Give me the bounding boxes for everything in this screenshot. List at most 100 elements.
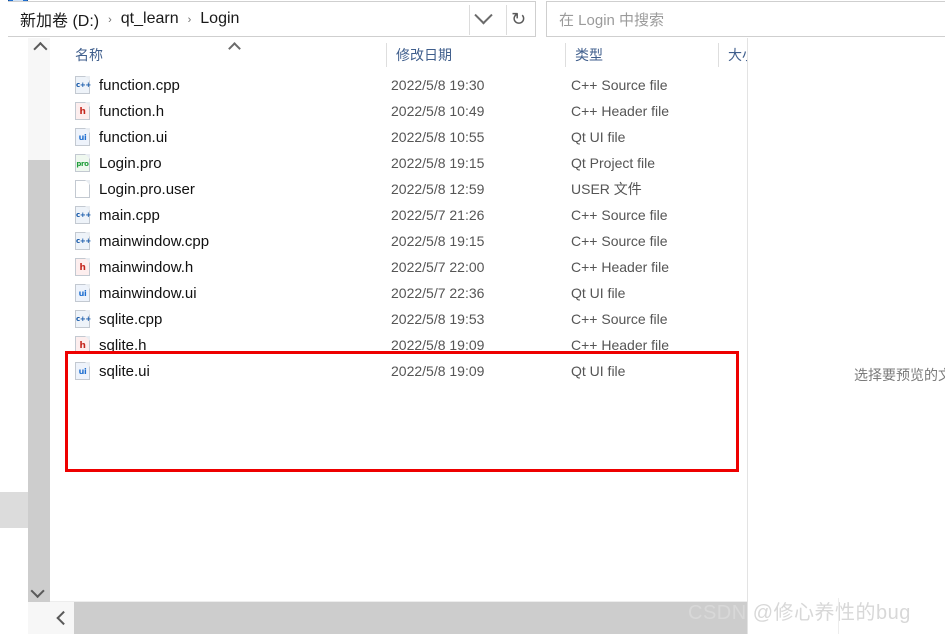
file-name-label: sqlite.ui <box>99 362 150 380</box>
h-file-icon: h <box>75 258 90 276</box>
file-date-cell: 2022/5/8 19:15 <box>391 233 485 249</box>
file-date-cell: 2022/5/8 19:30 <box>391 77 485 93</box>
column-header-size[interactable]: 大小 <box>728 38 747 72</box>
navigation-pane-edge <box>0 492 28 528</box>
file-date-cell: 2022/5/8 19:15 <box>391 155 485 171</box>
caret-up-icon <box>33 41 48 57</box>
scroll-down-button[interactable] <box>28 580 50 602</box>
file-icon-label: h <box>79 341 86 351</box>
preview-pane: 选择要预览的文件 <box>748 38 945 634</box>
file-row[interactable]: h mainwindow.h 2022/5/7 22:00 C++ Header fi… <box>50 254 747 280</box>
file-row[interactable]: ui mainwindow.ui 2022/5/7 22:36 Qt UI file <box>50 280 747 306</box>
cpp-file-icon: c++ <box>75 76 91 94</box>
file-type-cell: Qt UI file <box>571 129 626 145</box>
file-row[interactable]: h sqlite.h 2022/5/8 19:09 C++ Header file <box>50 332 747 358</box>
file-row[interactable]: ui sqlite.ui 2022/5/8 19:09 Qt UI file <box>50 358 747 384</box>
address-bar[interactable]: 新加卷 (D:) › qt_learn › Login <box>8 1 536 37</box>
file-name-cell[interactable]: h mainwindow.h <box>75 258 193 276</box>
file-name-label: mainwindow.ui <box>99 284 197 302</box>
file-row[interactable]: c++ main.cpp 2022/5/7 21:26 C++ Source file <box>50 202 747 228</box>
file-name-cell[interactable]: c++ main.cpp <box>75 206 160 224</box>
column-divider[interactable] <box>565 43 566 67</box>
file-row[interactable]: Login.pro.user 2022/5/8 12:59 USER 文件 <box>50 176 747 202</box>
file-date-cell: 2022/5/7 21:26 <box>391 207 485 223</box>
file-name-cell[interactable]: c++ function.cpp <box>75 76 180 94</box>
refresh-icon: ↻ <box>510 8 527 29</box>
file-name-cell[interactable]: pro Login.pro <box>75 154 162 172</box>
file-type-cell: C++ Header file <box>571 259 670 275</box>
file-name-cell[interactable]: h function.h <box>75 102 164 120</box>
file-type-cell: USER 文件 <box>571 181 642 197</box>
cpp-file-icon: c++ <box>75 232 91 250</box>
file-icon-label: h <box>79 107 86 117</box>
column-header-name[interactable]: 名称 <box>75 38 375 72</box>
ui-file-icon: ui <box>75 362 90 380</box>
column-header-size-label: 大小 <box>728 47 747 63</box>
file-date-cell: 2022/5/8 10:49 <box>391 103 485 119</box>
blank-file-icon <box>75 180 90 198</box>
file-name-cell[interactable]: ui mainwindow.ui <box>75 284 197 302</box>
file-row[interactable]: ui function.ui 2022/5/8 10:55 Qt UI file <box>50 124 747 150</box>
column-header-date-label: 修改日期 <box>396 47 452 63</box>
caret-left-icon <box>56 610 71 626</box>
column-divider[interactable] <box>386 43 387 67</box>
file-row[interactable]: pro Login.pro 2022/5/8 19:15 Qt Project fil… <box>50 150 747 176</box>
breadcrumb-item-drive[interactable]: 新加卷 (D:) <box>18 7 101 31</box>
file-type-cell: C++ Source file <box>571 77 668 93</box>
file-type-cell: Qt Project file <box>571 155 656 171</box>
refresh-button[interactable]: ↻ <box>502 1 535 37</box>
horizontal-scrollbar[interactable] <box>50 601 747 634</box>
explorer-body: 名称 修改日期 类型 大小 c++ function.cpp 2022/5/8 19… <box>0 38 945 634</box>
scroll-left-button[interactable] <box>50 602 74 634</box>
breadcrumb-separator-icon: › <box>187 14 192 26</box>
column-header-type-label: 类型 <box>575 47 603 63</box>
cpp-file-icon: c++ <box>75 206 91 224</box>
file-date-cell: 2022/5/8 19:09 <box>391 363 485 379</box>
breadcrumb-item-login[interactable]: Login <box>198 10 241 28</box>
search-box[interactable]: 在 Login 中搜索 <box>546 1 945 37</box>
file-date-cell: 2022/5/8 19:09 <box>391 337 485 353</box>
file-icon-label: h <box>79 263 86 273</box>
file-row[interactable]: h function.h 2022/5/8 10:49 C++ Header file <box>50 98 747 124</box>
column-header-type[interactable]: 类型 <box>575 38 715 72</box>
vertical-scrollbar[interactable] <box>28 38 50 634</box>
h-file-icon: h <box>75 102 90 120</box>
watermark: CSDN @修心养性的bug <box>688 602 911 624</box>
scroll-up-button[interactable] <box>28 38 50 60</box>
file-name-label: mainwindow.cpp <box>99 232 210 250</box>
caret-down-icon <box>30 583 45 599</box>
file-name-label: function.ui <box>99 128 168 146</box>
file-icon-label: c++ <box>76 237 91 245</box>
file-explorer-window: 新加卷 (D:) › qt_learn › Login ↻ 在 Login 中搜… <box>0 0 945 634</box>
file-name-label: function.cpp <box>99 76 180 94</box>
search-input[interactable]: 在 Login 中搜索 <box>547 9 664 30</box>
column-header-date[interactable]: 修改日期 <box>396 38 561 72</box>
file-row[interactable]: c++ sqlite.cpp 2022/5/8 19:53 C++ Source fi… <box>50 306 747 332</box>
file-row[interactable]: c++ function.cpp 2022/5/8 19:30 C++ Source … <box>50 72 747 98</box>
vertical-scrollbar-thumb[interactable] <box>28 160 50 602</box>
explorer-toolbar: 新加卷 (D:) › qt_learn › Login ↻ 在 Login 中搜… <box>0 0 945 38</box>
horizontal-scrollbar-thumb[interactable] <box>74 602 747 634</box>
breadcrumb-item-qt_learn[interactable]: qt_learn <box>119 10 181 28</box>
file-row[interactable]: c++ mainwindow.cpp 2022/5/8 19:15 C++ Sourc… <box>50 228 747 254</box>
file-name-label: Login.pro <box>99 154 162 172</box>
breadcrumb-separator-icon: › <box>108 14 112 26</box>
file-name-cell[interactable]: Login.pro.user <box>75 180 195 198</box>
file-type-cell: C++ Header file <box>571 103 670 119</box>
file-name-label: main.cpp <box>99 206 160 224</box>
column-divider[interactable] <box>718 43 719 67</box>
address-dropdown-button[interactable] <box>469 1 498 37</box>
file-name-cell[interactable]: ui function.ui <box>75 128 167 146</box>
ui-file-icon: ui <box>75 128 90 146</box>
file-name-label: mainwindow.h <box>99 258 194 276</box>
file-type-cell: Qt UI file <box>571 285 626 301</box>
breadcrumb: 新加卷 (D:) › qt_learn › Login <box>18 2 241 36</box>
file-name-cell[interactable]: c++ mainwindow.cpp <box>75 232 209 250</box>
file-list-header: 名称 修改日期 类型 大小 <box>50 38 747 73</box>
file-name-cell[interactable]: h sqlite.h <box>75 336 147 354</box>
file-list[interactable]: c++ function.cpp 2022/5/8 19:30 C++ Source … <box>50 72 747 634</box>
file-date-cell: 2022/5/8 10:55 <box>391 129 485 145</box>
file-date-cell: 2022/5/7 22:36 <box>391 285 485 301</box>
file-name-cell[interactable]: c++ sqlite.cpp <box>75 310 162 328</box>
file-name-cell[interactable]: ui sqlite.ui <box>75 362 150 380</box>
